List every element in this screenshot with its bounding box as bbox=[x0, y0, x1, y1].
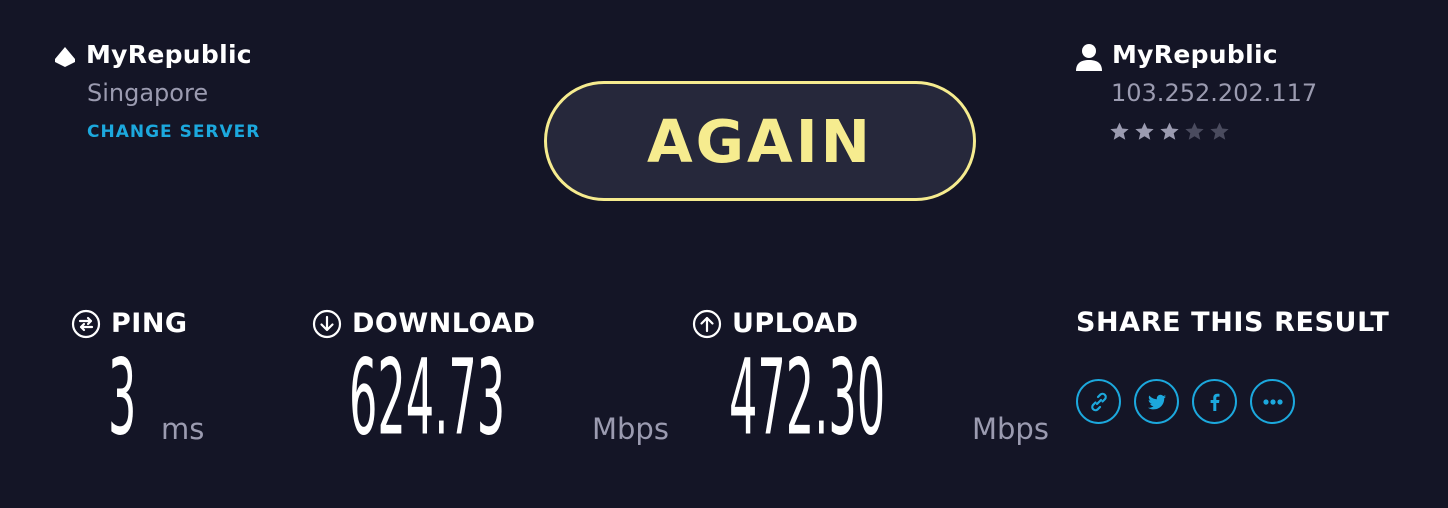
server-location-icon bbox=[55, 47, 75, 67]
isp-ip-address: 103.252.202.117 bbox=[1111, 79, 1318, 107]
share-buttons bbox=[1076, 379, 1295, 424]
again-button[interactable]: AGAIN bbox=[544, 81, 976, 201]
ping-icon bbox=[71, 309, 101, 338]
download-unit: Mbps bbox=[592, 412, 669, 446]
upload-unit: Mbps bbox=[972, 412, 1049, 446]
download-label: DOWNLOAD bbox=[352, 308, 536, 339]
upload-value: 472.30 bbox=[729, 336, 886, 459]
ping-header: PING bbox=[71, 308, 188, 339]
upload-value-wrap: 472.30 bbox=[729, 345, 981, 449]
ping-label: PING bbox=[111, 308, 188, 339]
share-more-button[interactable] bbox=[1250, 379, 1295, 424]
download-icon bbox=[312, 309, 342, 338]
upload-header: UPLOAD bbox=[692, 308, 859, 339]
isp-name: MyRepublic bbox=[1112, 40, 1278, 69]
star-filled-icon[interactable] bbox=[1134, 121, 1155, 142]
ping-unit: ms bbox=[161, 412, 205, 446]
share-twitter-button[interactable] bbox=[1134, 379, 1179, 424]
star-empty-icon[interactable] bbox=[1184, 121, 1205, 142]
share-title: SHARE THIS RESULT bbox=[1076, 307, 1390, 338]
star-empty-icon[interactable] bbox=[1209, 121, 1230, 142]
twitter-icon bbox=[1147, 394, 1166, 409]
ping-value: 3 bbox=[108, 336, 137, 459]
isp-rating[interactable] bbox=[1109, 121, 1230, 142]
link-icon bbox=[1090, 392, 1107, 411]
download-value-wrap: 624.73 bbox=[349, 345, 601, 449]
user-icon bbox=[1076, 44, 1102, 71]
upload-icon bbox=[692, 309, 722, 338]
star-filled-icon[interactable] bbox=[1109, 121, 1130, 142]
share-link-button[interactable] bbox=[1076, 379, 1121, 424]
ping-value-wrap: 3 bbox=[108, 345, 154, 449]
download-value: 624.73 bbox=[349, 336, 506, 459]
server-name: MyRepublic bbox=[86, 40, 252, 69]
change-server-link[interactable]: CHANGE SERVER bbox=[87, 122, 260, 142]
share-facebook-button[interactable] bbox=[1192, 379, 1237, 424]
star-filled-icon[interactable] bbox=[1159, 121, 1180, 142]
facebook-icon bbox=[1210, 393, 1219, 411]
more-icon bbox=[1262, 398, 1283, 405]
server-city: Singapore bbox=[87, 79, 209, 107]
download-header: DOWNLOAD bbox=[312, 308, 536, 339]
upload-label: UPLOAD bbox=[732, 308, 859, 339]
again-button-label: AGAIN bbox=[646, 106, 874, 176]
